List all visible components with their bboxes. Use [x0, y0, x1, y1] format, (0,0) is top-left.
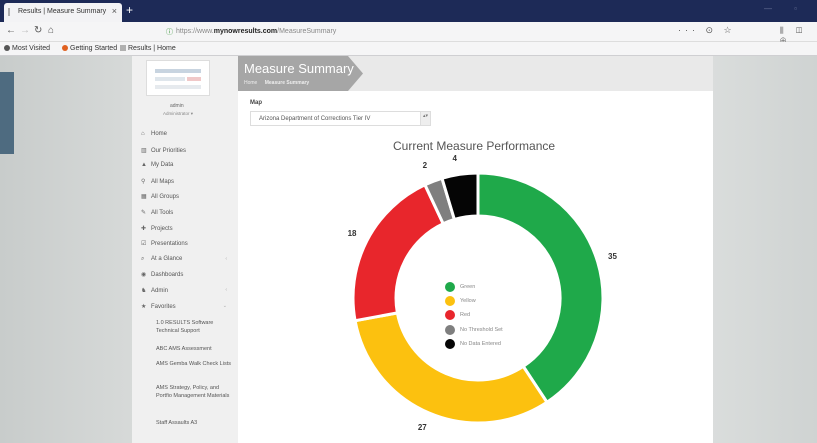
- sidebar-item-home[interactable]: ⌂ Home: [141, 131, 233, 143]
- browser-tab-bar: Results | Measure Summary × + — ▫: [0, 0, 817, 22]
- window-controls[interactable]: — ▫: [764, 4, 807, 13]
- favorite-link[interactable]: AMS Gemba Walk Check Lists: [156, 360, 236, 368]
- tab-close-icon[interactable]: ×: [112, 6, 117, 16]
- url-prefix: https://www.: [176, 28, 214, 35]
- data-label: 27: [417, 422, 427, 432]
- sidebar-item-dashboards[interactable]: ◉ Dashboards: [141, 271, 233, 283]
- map-label: Map: [250, 100, 262, 106]
- caret-icon: ⌄: [222, 302, 227, 309]
- sidebar-item-projects[interactable]: ✚ Projects: [141, 225, 233, 237]
- legend-label: Red: [460, 312, 471, 319]
- bookmark-getting-started[interactable]: Getting Started: [62, 45, 117, 52]
- home-icon: ⌂: [141, 131, 145, 137]
- url-path: /MeasureSummary: [277, 28, 337, 35]
- pin-icon: ⚲: [141, 178, 146, 185]
- sidebar-item-label: Admin: [151, 288, 169, 294]
- data-label: 35: [608, 252, 617, 262]
- page-icon: [120, 45, 126, 51]
- wrench-icon: ✎: [141, 210, 147, 216]
- sidebar-item-admin[interactable]: ♞ Admin ‹: [141, 287, 233, 299]
- donut-slice-red[interactable]: [351, 182, 446, 323]
- sidebar-item-at-a-glance[interactable]: ⌕ At a Glance ‹: [141, 256, 233, 268]
- sidebar-item-label: My Data: [151, 162, 174, 169]
- sidebar-item-presentations[interactable]: ☑ Presentations: [141, 240, 233, 252]
- data-label: 4: [452, 153, 457, 163]
- projects-icon: ✚: [141, 225, 147, 232]
- user-role-dropdown[interactable]: Administrator ▾: [163, 111, 193, 117]
- donut-chart: [351, 171, 605, 425]
- sidebar-item-label: All Tools: [151, 210, 174, 216]
- sidebar-item-label: Projects: [151, 225, 173, 232]
- sidebar-item-label: All Maps: [151, 178, 175, 185]
- tab-title: Results | Measure Summary: [18, 8, 107, 15]
- breadcrumb: Home Measure Summary: [244, 80, 309, 86]
- dashboard-icon: ◉: [141, 272, 147, 279]
- breadcrumb-home[interactable]: Home: [244, 80, 257, 86]
- browser-tab[interactable]: Results | Measure Summary ×: [4, 3, 122, 22]
- legend-label: No Threshold Set: [460, 326, 503, 333]
- select-arrow-icon[interactable]: ▴▾: [420, 112, 430, 125]
- sidebar-item-label: Dashboards: [151, 272, 184, 279]
- bookmark-most-visited[interactable]: Most Visited: [4, 45, 50, 52]
- url-action-icons[interactable]: ··· ⊙ ☆: [678, 25, 736, 36]
- map-select[interactable]: Arizona Department of Corrections Tier I…: [250, 111, 431, 126]
- page-title: Measure Summary: [244, 61, 354, 76]
- legend-swatch: [445, 282, 455, 292]
- sidebar-item-label: Favorites: [151, 303, 176, 310]
- legend-label: Yellow: [460, 298, 476, 305]
- home-nav-icon[interactable]: ⌂: [48, 25, 54, 36]
- tab-favicon-icon: [8, 8, 15, 16]
- group-icon: ▦: [141, 194, 147, 201]
- sidebar-item-our-priorities[interactable]: ▥ Our Priorities: [141, 147, 233, 159]
- favorite-link[interactable]: AMS Strategy, Policy, and Portfio Manage…: [156, 384, 236, 400]
- sidebar-item-my-data[interactable]: ▲ My Data: [141, 162, 233, 174]
- favorite-link[interactable]: Staff Assaults A3: [156, 419, 236, 427]
- map-selected-value: Arizona Department of Corrections Tier I…: [259, 116, 371, 122]
- donut-slice-green[interactable]: [476, 171, 605, 405]
- favorite-link[interactable]: ABC AMS Assessment: [156, 345, 236, 353]
- sidebar-item-all-groups[interactable]: ▦ All Groups: [141, 193, 233, 205]
- user-icon: ▲: [141, 162, 147, 169]
- chart-icon: ▥: [141, 147, 147, 154]
- username: admin: [170, 103, 184, 109]
- breadcrumb-current: Measure Summary: [264, 80, 310, 86]
- bookmarks-bar: Most Visited Getting Started Results | H…: [0, 42, 817, 56]
- caret-icon: ‹: [225, 255, 227, 262]
- address-bar[interactable]: ⓘ https://www.mynowresults.com/MeasureSu…: [162, 25, 702, 39]
- sidebar-item-label: Our Priorities: [151, 147, 187, 154]
- admin-icon: ♞: [141, 288, 147, 294]
- data-label: 18: [347, 228, 357, 238]
- legend-swatch: [445, 338, 455, 349]
- search-icon: ⌕: [141, 255, 145, 262]
- sidebar-item-all-tools[interactable]: ✎ All Tools: [141, 209, 233, 221]
- new-tab-button[interactable]: +: [126, 3, 133, 17]
- forward-icon[interactable]: →: [20, 25, 30, 36]
- data-label: 2: [422, 161, 428, 171]
- legend-swatch: [445, 324, 455, 335]
- sidebar-item-favorites[interactable]: ★ Favorites ⌄: [141, 303, 233, 315]
- avatar[interactable]: [146, 60, 210, 96]
- sidebar-item-label: Home: [151, 131, 168, 137]
- firefox-icon: [62, 45, 68, 51]
- back-icon[interactable]: ←: [6, 25, 16, 36]
- sidebar-item-label: Presentations: [151, 241, 188, 248]
- presentation-icon: ☑: [141, 241, 147, 248]
- bookmark-results-home[interactable]: Results | Home: [120, 45, 176, 52]
- favorite-link[interactable]: 1.0 RESULTS Software Technical Support: [156, 319, 236, 335]
- reload-icon[interactable]: ↻: [34, 25, 42, 36]
- caret-icon: ‹: [225, 287, 227, 293]
- legend-label: Green: [460, 284, 476, 290]
- browser-nav-bar: ← → ↻ ⌂ ⓘ https://www.mynowresults.com/M…: [0, 22, 817, 45]
- sidebar-item-all-maps[interactable]: ⚲ All Maps: [141, 178, 233, 190]
- legend-label: No Data Entered: [460, 340, 501, 347]
- url-domain: mynowresults.com: [213, 28, 278, 35]
- window-edge: [0, 72, 14, 154]
- sidebar-item-label: All Groups: [151, 194, 180, 201]
- star-icon: ★: [141, 303, 147, 310]
- bookmark-icon: [4, 45, 10, 51]
- sidebar-item-label: At a Glance: [151, 255, 183, 262]
- lock-icon: ⓘ: [166, 29, 173, 36]
